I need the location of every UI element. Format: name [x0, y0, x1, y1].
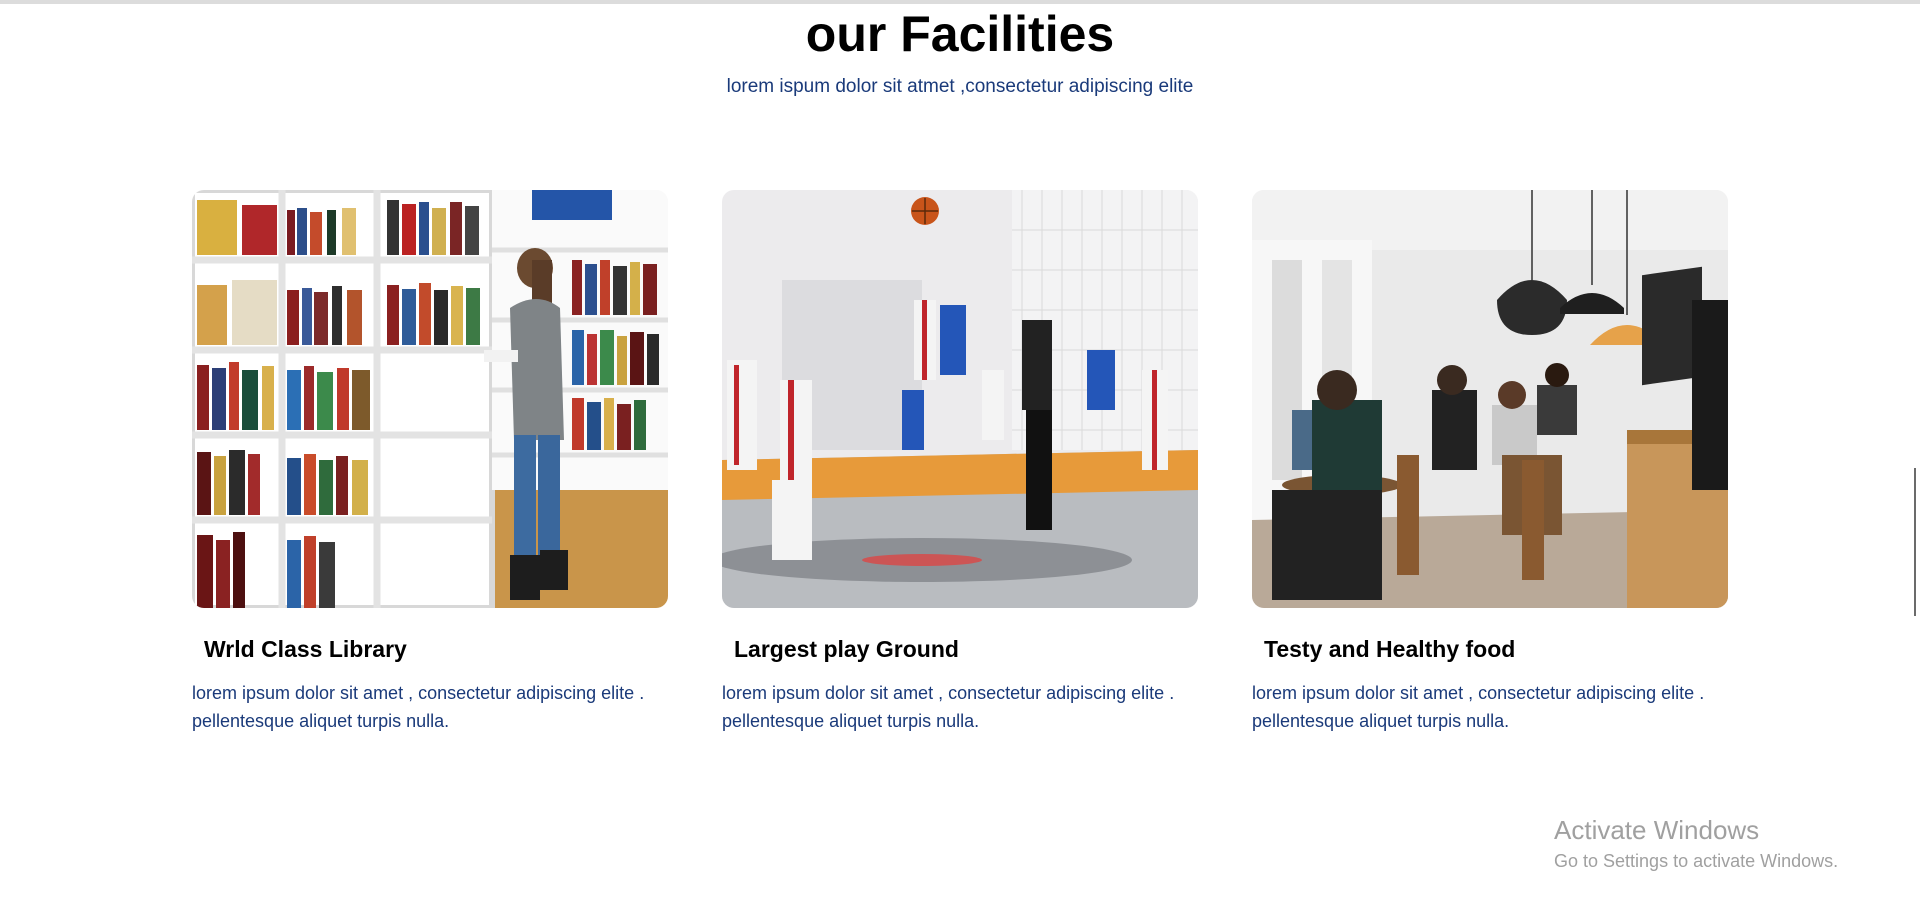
card-description: lorem ipsum dolor sit amet , consectetur…	[722, 683, 1175, 731]
facility-card-playground: Largest play Ground lorem ipsum dolor si…	[722, 190, 1198, 735]
cafe-image	[1252, 190, 1728, 608]
scrollbar-thumb[interactable]	[1914, 468, 1916, 616]
card-title: Testy and Healthy food	[1264, 636, 1516, 662]
library-image	[192, 190, 668, 608]
watermark-subtitle: Go to Settings to activate Windows.	[1554, 851, 1839, 871]
facility-card-food: Testy and Healthy food lorem ipsum dolor…	[1252, 190, 1728, 735]
section-title: our Facilities	[805, 6, 1115, 62]
watermark-title: Activate Windows	[1554, 815, 1760, 845]
card-title: Largest play Ground	[734, 636, 959, 662]
card-description: lorem ipsum dolor sit amet , consectetur…	[1252, 683, 1705, 731]
facility-card-library: Wrld Class Library lorem ipsum dolor sit…	[192, 190, 668, 735]
basketball-image	[722, 190, 1198, 608]
card-description: lorem ipsum dolor sit amet , consectetur…	[192, 683, 645, 731]
top-divider	[0, 0, 1920, 4]
card-title: Wrld Class Library	[204, 636, 407, 662]
section-subtitle: lorem ispum dolor sit atmet ,consectetur…	[726, 76, 1194, 97]
activate-windows-watermark: Activate Windows Go to Settings to activ…	[1554, 815, 1838, 873]
